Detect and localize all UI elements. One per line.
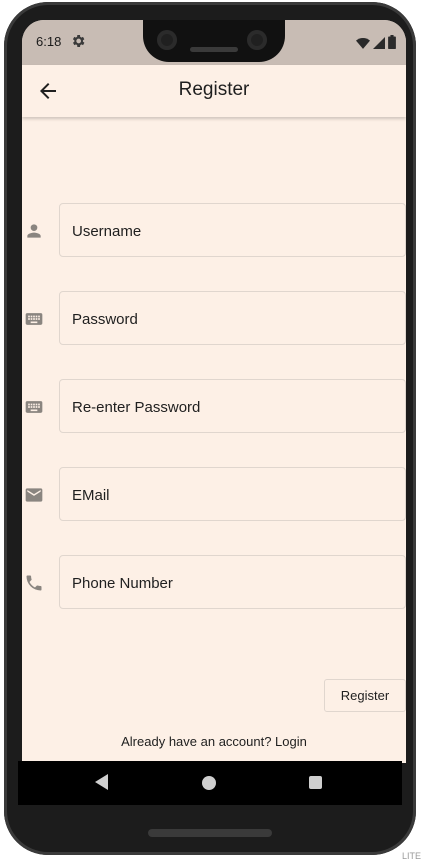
- nav-recents-icon[interactable]: [309, 776, 322, 789]
- status-time: 6:18: [36, 34, 62, 49]
- email-field: [59, 467, 406, 522]
- app-screen: 6:18 Register Username EMail Phone Numbe…: [22, 20, 406, 763]
- nav-home-icon[interactable]: [202, 776, 216, 790]
- phone-row: [22, 555, 406, 611]
- password-row: [22, 291, 406, 347]
- gear-icon: [70, 33, 86, 49]
- password-input[interactable]: [70, 292, 394, 346]
- username-row: [22, 203, 406, 259]
- status-icons: [356, 35, 396, 54]
- email-row: [22, 467, 406, 523]
- register-button[interactable]: Register: [324, 679, 406, 712]
- signal-icon: [373, 36, 385, 54]
- phone-input[interactable]: [70, 556, 394, 610]
- phone-icon: [24, 573, 44, 593]
- app-bar: Register: [22, 65, 406, 117]
- front-camera-left: [157, 30, 177, 50]
- keyboard-icon: [24, 397, 44, 417]
- login-link[interactable]: Already have an account? Login: [22, 734, 406, 749]
- username-input[interactable]: [70, 204, 394, 258]
- front-camera-right: [247, 30, 267, 50]
- page-title: Register: [178, 79, 250, 100]
- system-nav-bar: [18, 761, 402, 805]
- username-field: [59, 203, 406, 258]
- status-bar: 6:18: [22, 20, 406, 65]
- bottom-speaker-grille: [148, 829, 272, 837]
- battery-icon: [388, 35, 396, 54]
- nav-back-icon[interactable]: [95, 774, 108, 790]
- person-icon: [24, 221, 44, 241]
- reenter-password-row: [22, 379, 406, 435]
- phone-field: [59, 555, 406, 610]
- email-input[interactable]: [70, 468, 394, 522]
- earpiece-speaker: [190, 47, 238, 52]
- wifi-icon: [356, 36, 370, 54]
- password-field: [59, 291, 406, 346]
- reenter-password-field: [59, 379, 406, 434]
- reenter-password-input[interactable]: [70, 380, 394, 434]
- keyboard-icon: [24, 309, 44, 329]
- email-icon: [24, 485, 44, 505]
- corner-label: LITE: [401, 851, 421, 861]
- camera-notch: [143, 20, 285, 62]
